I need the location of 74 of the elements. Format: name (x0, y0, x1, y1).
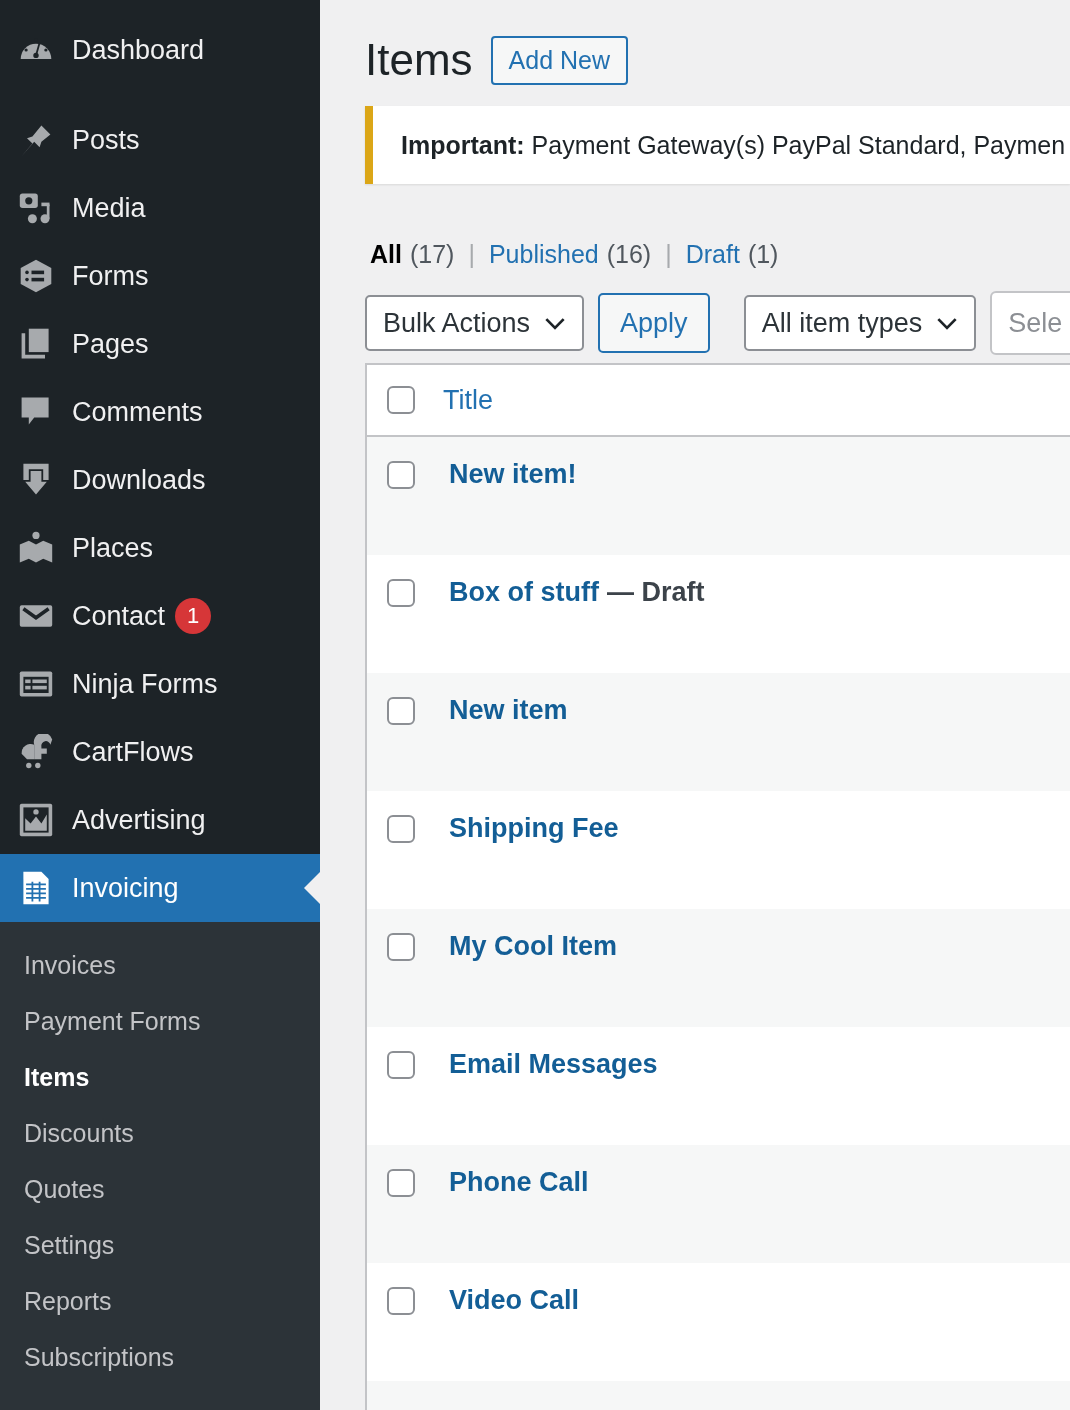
status-filter-link[interactable]: Draft (685, 240, 740, 269)
item-title-link[interactable]: Box of stuff (449, 577, 599, 608)
menu-item[interactable]: CartFlows (0, 718, 320, 786)
menu-item[interactable]: Invoicing (0, 854, 320, 922)
menu-label: Downloads (72, 464, 206, 496)
row-checkbox[interactable] (387, 1287, 415, 1315)
submenu-item[interactable]: Discounts (0, 1112, 320, 1168)
page-title: Items (365, 35, 473, 85)
menu-label: Dashboard (72, 34, 205, 66)
add-new-button[interactable]: Add New (490, 35, 629, 85)
item-title-link[interactable]: Phone Call (449, 1167, 589, 1198)
list-icon (18, 258, 54, 294)
menu-item[interactable]: Comments (0, 378, 320, 446)
menu-item[interactable]: Dashboard (0, 16, 320, 84)
menu-label: CartFlows (72, 736, 194, 768)
row-checkbox[interactable] (387, 1169, 415, 1197)
separator: | (665, 240, 672, 269)
row-checkbox[interactable] (387, 579, 415, 607)
image-icon (18, 802, 54, 838)
filter-count: (1) (747, 240, 779, 269)
menu-item[interactable]: Contact 1 (0, 582, 320, 650)
item-title-link[interactable]: New item (449, 695, 568, 726)
submenu-item[interactable]: Invoices (0, 944, 320, 1000)
item-title-link[interactable]: Shipping Fee (449, 813, 619, 844)
menu-label: Ninja Forms (72, 668, 218, 700)
menu-item[interactable]: Ninja Forms (0, 650, 320, 718)
row-checkbox[interactable] (387, 697, 415, 725)
menu-label: Invoicing (72, 872, 179, 904)
menu-label: Comments (72, 396, 203, 428)
bulk-actions-select[interactable]: Bulk Actions (365, 295, 585, 351)
filter-count: (17) (409, 240, 455, 269)
menu-label: Posts (72, 124, 140, 156)
select-field[interactable]: Sele (990, 291, 1070, 355)
item-title-link[interactable]: Email Messages (449, 1049, 658, 1080)
submenu-item[interactable]: Subscriptions (0, 1336, 320, 1392)
filter-count: (16) (606, 240, 652, 269)
menu-item[interactable]: Places (0, 514, 320, 582)
menu-item[interactable]: Posts (0, 106, 320, 174)
item-title-link[interactable]: My Cool Item (449, 931, 617, 962)
item-title-link[interactable]: Video Call (449, 1285, 580, 1316)
submenu-item[interactable]: Settings (0, 1224, 320, 1280)
chevron-down-icon (544, 316, 567, 330)
item-types-select[interactable]: All item types (743, 295, 977, 351)
menu-item[interactable]: Forms (0, 242, 320, 310)
menu-item[interactable]: Media (0, 174, 320, 242)
post-state: — Draft (607, 577, 705, 608)
menu-item[interactable]: Downloads (0, 446, 320, 514)
row-checkbox[interactable] (387, 933, 415, 961)
menu-item[interactable]: Advertising (0, 786, 320, 854)
menu-label: Advertising (72, 804, 206, 836)
separator: | (468, 240, 475, 269)
menu-label: Places (72, 532, 154, 564)
count-badge: 1 (175, 598, 212, 634)
menu-label: Media (72, 192, 146, 224)
chevron-down-icon (936, 316, 959, 330)
submenu-item[interactable]: Items (0, 1056, 320, 1112)
status-filter-link[interactable]: Published (488, 240, 599, 269)
submenu-item[interactable]: Payment Forms (0, 1000, 320, 1056)
row-checkbox[interactable] (387, 1051, 415, 1079)
select-all-checkbox[interactable] (387, 386, 415, 414)
menu-label: Contact (72, 600, 166, 632)
notice-text: Important: Payment Gateway(s) PayPal Standard, Paymen (401, 130, 1066, 160)
menu-item[interactable]: Pages (0, 310, 320, 378)
submenu-item[interactable]: Reports (0, 1280, 320, 1336)
column-header-link[interactable]: Title (443, 384, 493, 416)
row-checkbox[interactable] (387, 461, 415, 489)
submenu-item[interactable]: Quotes (0, 1168, 320, 1224)
menu-label: Forms (72, 260, 149, 292)
item-title-link[interactable]: New item! (449, 459, 577, 490)
current-pointer (304, 872, 320, 904)
apply-button[interactable]: Apply (598, 293, 710, 353)
menu-label: Pages (72, 328, 149, 360)
row-checkbox[interactable] (387, 815, 415, 843)
status-filter-link[interactable]: All (370, 240, 402, 269)
